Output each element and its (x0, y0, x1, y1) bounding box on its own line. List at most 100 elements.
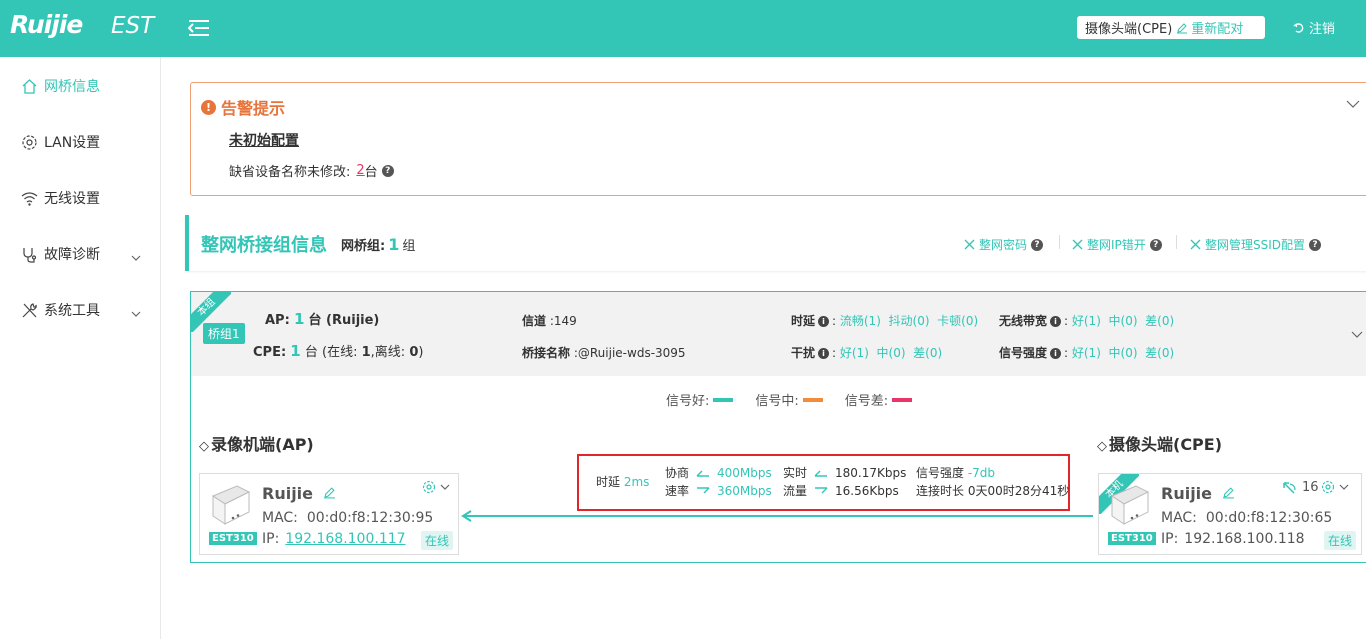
chevron-down-icon (131, 305, 141, 321)
online-status-badge: 在线 (1323, 531, 1356, 550)
arrow-left-icon (461, 510, 473, 526)
link-latency: 时延 2ms (596, 473, 649, 490)
signal-count: 16 (1302, 480, 1319, 495)
divider (1176, 235, 1177, 249)
ip-label: IP: (262, 531, 280, 547)
stat-label: 速率 (665, 484, 690, 498)
network-ssid-config-link[interactable]: 整网管理SSID配置 ? (1190, 236, 1322, 253)
legend-label: 信号差: (844, 394, 889, 409)
signal-icon (1283, 481, 1296, 494)
arrow-up-left-icon (813, 469, 829, 477)
menu-toggle-icon[interactable] (188, 18, 210, 38)
sidebar-item-diagnosis[interactable]: 故障诊断 (20, 242, 145, 266)
cpe-rest: ) (418, 345, 424, 360)
mac-address: MAC: 00:d0:f8:12:30:95 (262, 510, 433, 526)
sidebar-item-label: LAN设置 (44, 135, 101, 151)
legend-swatch (713, 398, 734, 402)
model-badge: EST310 (209, 532, 257, 545)
device-settings-menu[interactable] (1321, 480, 1349, 494)
logout-label: 注销 (1309, 22, 1336, 37)
logout-button[interactable]: 注销 (1293, 18, 1335, 37)
device-image (1106, 482, 1152, 530)
signal-label: 信号强度 (999, 346, 1048, 360)
info-icon[interactable]: i (1050, 316, 1062, 327)
stat-value: 抖动(0) (888, 314, 930, 328)
alert-card: ! 告警提示 未初始配置 缺省设备名称未修改: 2 台 ? (190, 82, 1366, 196)
sidebar-item-label: 无线设置 (44, 191, 100, 207)
bandwidth-stats: 无线带宽 i: 好(1) 中(0) 差(0) (999, 314, 1175, 328)
sidebar-item-lan[interactable]: LAN设置 (20, 130, 145, 154)
ruijie-logo: Ruijie (10, 10, 83, 39)
sidebar-item-system-tools[interactable]: 系统工具 (20, 298, 145, 322)
collapse-chevron-icon[interactable] (1346, 97, 1360, 112)
mac-value: 00:d0:f8:12:30:65 (1205, 510, 1333, 526)
alert-title-text: 告警提示 (221, 99, 286, 118)
alert-count-link[interactable]: 2 (356, 163, 364, 178)
home-icon (20, 77, 38, 95)
help-icon[interactable]: ? (1149, 238, 1162, 251)
edit-name-icon[interactable] (1222, 484, 1235, 503)
negotiate-down: 速率 360Mbps (665, 482, 772, 499)
stat-value: 好(1) (1071, 346, 1101, 360)
help-icon[interactable]: ? (1031, 238, 1044, 251)
ap-end-title: ◇ 录像机端(AP) (199, 431, 314, 455)
sidebar-item-label: 故障诊断 (44, 247, 100, 263)
sidebar-item-wireless[interactable]: 无线设置 (20, 186, 145, 210)
sidebar-item-bridge-info[interactable]: 网桥信息 (20, 74, 145, 98)
diamond-icon: ◇ (199, 439, 209, 454)
ip-label: IP: (1161, 531, 1179, 547)
sidebar-item-label: 系统工具 (44, 303, 100, 319)
latency-stats: 时延 i: 流畅(1) 抖动(0) 卡顿(0) (791, 314, 979, 328)
edit-name-icon[interactable] (323, 484, 336, 503)
groups-unit: 组 (402, 239, 416, 254)
legend-label: 信号好: (666, 394, 710, 409)
wrench-icon (964, 239, 975, 250)
online-status-badge: 在线 (420, 531, 453, 550)
channel-value: :149 (549, 314, 577, 328)
bridge-section-header: 整网桥接组信息 网桥组: 1 组 整网密码 ? 整网IP错开 ? 整网管理SSID配… (185, 215, 1366, 271)
model-badge: EST310 (1108, 532, 1156, 545)
ip-link[interactable]: 192.168.100.117 (285, 531, 405, 547)
gear-icon (422, 480, 436, 494)
ap-device-card[interactable]: EST310 Ruijie MAC: 00:d0:f8:12:30:95 IP:… (199, 473, 459, 555)
warning-icon: ! (201, 99, 216, 115)
stat-value: 180.17Kbps (835, 465, 907, 480)
stat-value: 差(0) (1145, 346, 1175, 360)
help-icon[interactable]: ? (1309, 238, 1322, 251)
alert-count-unit: 台 (364, 165, 378, 180)
bridge-group-summary[interactable]: 本组 桥组1 AP: 1 台 (Ruijie) CPE: 1 台 (在线: 1,… (191, 292, 1366, 376)
stat-label: 时延 (596, 475, 621, 489)
cpe-device-card[interactable]: 本机 EST310 Ruijie 16 MAC: 00:d0:f8:12:30:… (1098, 473, 1362, 555)
cpe-offline: 0 (409, 345, 419, 360)
info-icon[interactable]: i (1050, 348, 1062, 359)
device-settings-menu[interactable] (422, 480, 450, 494)
expand-chevron-icon[interactable] (1351, 328, 1363, 343)
stat-value: 中(0) (1108, 346, 1138, 360)
info-icon[interactable]: i (818, 348, 830, 359)
connection-line (463, 515, 1093, 517)
product-name: EST (111, 13, 155, 39)
help-icon[interactable]: ? (381, 164, 394, 177)
wifi-icon (20, 189, 38, 207)
alert-line: 缺省设备名称未修改: 2 台 ? (229, 161, 394, 180)
bridge-name-info: 桥接名称 :@Ruijie-wds-3095 (522, 344, 686, 361)
stat-value: -7db (967, 465, 996, 480)
stat-value: 中(0) (876, 346, 906, 360)
current-device-label: 摄像头端(CPE) (1085, 22, 1173, 37)
stat-value: 400Mbps (717, 465, 772, 480)
network-ip-stagger-link[interactable]: 整网IP错开 ? (1072, 236, 1162, 253)
link-label: 整网密码 (979, 238, 1028, 252)
wrench-icon (1072, 239, 1083, 250)
group-tag: 桥组1 (203, 323, 245, 344)
gear-icon (20, 133, 38, 151)
wifi-signal-indicator: 16 (1282, 480, 1319, 495)
info-icon[interactable]: i (818, 316, 830, 327)
network-password-link[interactable]: 整网密码 ? (964, 236, 1044, 253)
stat-value: 好(1) (839, 346, 869, 360)
wrench-icon (1190, 239, 1201, 250)
chevron-down-icon (1339, 484, 1349, 490)
repair-button[interactable]: 重新配对 (1176, 18, 1243, 37)
ap-label: AP: (265, 313, 290, 328)
cpe-label: CPE: (253, 345, 287, 360)
device-name-text: Ruijie (1161, 484, 1213, 503)
